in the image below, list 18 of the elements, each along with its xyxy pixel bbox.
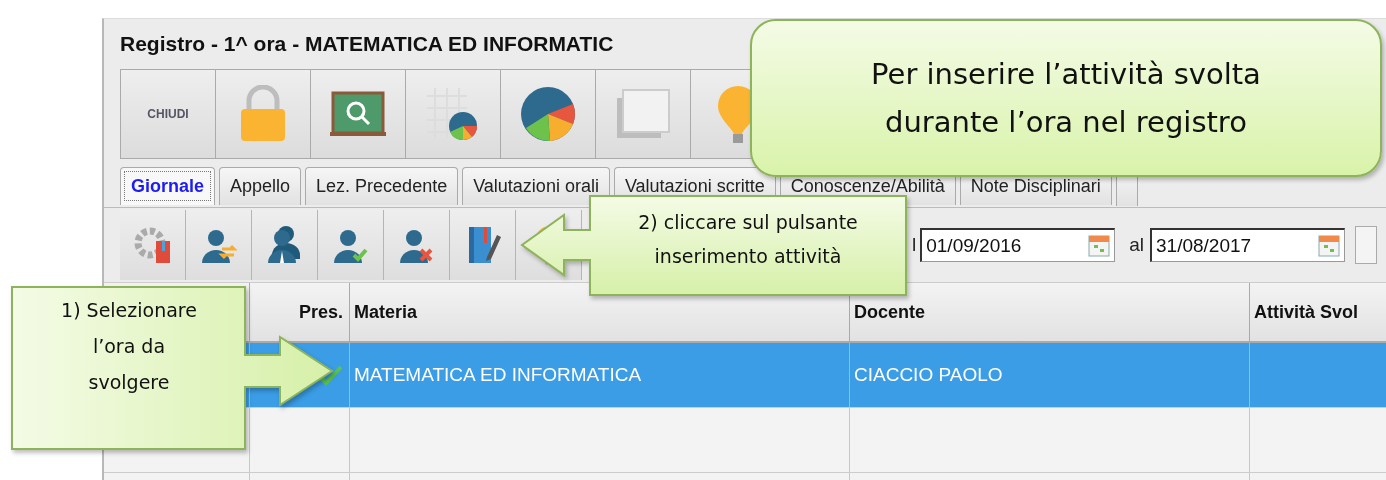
window-title: Registro - 1^ ora - MATEMATICA ED INFORMATIC	[120, 32, 614, 56]
tooltip-text: 1) Selezionare	[61, 299, 197, 321]
tooltip-text: 2) cliccare sul pulsante	[638, 211, 858, 233]
date-label: l	[912, 234, 917, 256]
tab[interactable]: Appello	[219, 167, 302, 205]
tooltip-text: Per inserire l’attività svolta	[871, 57, 1261, 91]
date-label: al	[1129, 234, 1145, 256]
tab[interactable]: Valutazioni orali	[462, 167, 610, 205]
tooltip-text: inserimento attività	[654, 245, 842, 267]
tab[interactable]: Giornale	[120, 167, 216, 205]
date-field[interactable]: 31/08/2017	[1150, 228, 1346, 262]
column-header[interactable]: Attività Svol	[1250, 283, 1386, 341]
table-cell: MATEMATICA ED INFORMATICA	[354, 364, 642, 386]
tab[interactable]: Lez. Precedente	[305, 167, 459, 205]
table-cell: CIACCIO PAOLO	[854, 364, 1003, 386]
close-button[interactable]: CHIUDI	[120, 69, 215, 159]
tooltip-text: durante l’ora nel registro	[885, 105, 1247, 139]
date-field[interactable]: 01/09/2016	[920, 228, 1116, 262]
